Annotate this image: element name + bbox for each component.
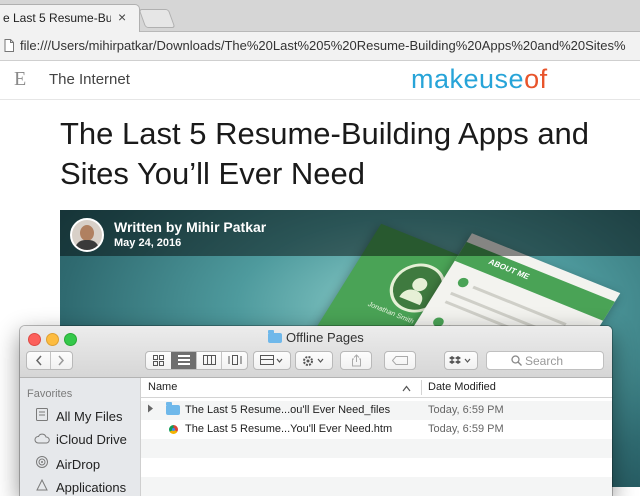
column-view-button[interactable]	[196, 352, 222, 369]
column-header-name[interactable]: Name	[148, 381, 177, 393]
chrome-document-icon	[169, 425, 178, 434]
sidebar-item-icloud-drive[interactable]: iCloud Drive	[34, 432, 127, 452]
avatar-body	[75, 240, 99, 250]
brand-logo-part2: of	[524, 64, 548, 94]
tab-title: e Last 5 Resume-Buildin	[3, 11, 111, 25]
author-avatar[interactable]	[70, 218, 104, 252]
avatar-face	[80, 225, 94, 241]
bullet-icon	[455, 276, 471, 289]
arrange-icon	[260, 355, 283, 365]
file-list: Name Date Modified The Last 5 Resume...o…	[141, 378, 612, 496]
site-header: E The Internet makeuseof	[0, 61, 640, 100]
author-name[interactable]: Written by Mihir Patkar	[114, 219, 266, 235]
file-row[interactable]: The Last 5 Resume...ou'll Ever Need_file…	[141, 401, 612, 420]
brand-logo[interactable]: makeuseof	[411, 64, 548, 95]
sidebar-item-label: iCloud Drive	[56, 432, 127, 447]
sort-ascending-icon	[402, 385, 411, 392]
empty-row	[141, 439, 612, 458]
column-divider[interactable]	[421, 380, 422, 395]
share-icon	[351, 354, 361, 367]
file-name[interactable]: The Last 5 Resume...ou'll Ever Need_file…	[185, 404, 390, 416]
publish-date: May 24, 2016	[114, 237, 182, 249]
list-view-button[interactable]	[171, 352, 196, 369]
file-date-modified: Today, 6:59 PM	[428, 404, 504, 416]
page-icon	[4, 39, 14, 52]
folder-icon	[268, 330, 282, 343]
site-logo-letter[interactable]: E	[14, 68, 26, 91]
search-placeholder: Search	[525, 354, 564, 368]
cloud-icon	[34, 432, 50, 447]
tags-button[interactable]	[384, 351, 416, 370]
sidebar-item-applications[interactable]: Applications	[34, 478, 127, 496]
all-files-icon	[34, 408, 50, 424]
airdrop-icon	[34, 456, 50, 472]
article-title-line1: The Last 5 Resume-Building Apps and	[60, 116, 590, 151]
file-row[interactable]: The Last 5 Resume...You'll Ever Need.htm…	[141, 420, 612, 439]
list-icon	[177, 355, 190, 365]
author-bar: Written by Mihir Patkar May 24, 2016	[60, 210, 640, 256]
arrange-button[interactable]	[253, 351, 291, 370]
back-button[interactable]	[27, 352, 51, 369]
view-mode-control	[145, 351, 248, 370]
article-title-line2: Sites You’ll Ever Need	[60, 156, 366, 191]
window-title-text: Offline Pages	[286, 330, 364, 345]
search-icon	[511, 355, 522, 366]
list-header: Name Date Modified	[141, 378, 612, 398]
cover-flow-button[interactable]	[221, 352, 248, 369]
tab-close-icon[interactable]: ×	[118, 9, 126, 25]
sidebar-item-label: AirDrop	[56, 457, 101, 472]
sidebar-item-airdrop[interactable]: AirDrop	[34, 456, 100, 476]
finder-window: Offline Pages Search Favorites All My Fi…	[20, 326, 612, 496]
column-header-date-modified[interactable]: Date Modified	[428, 381, 496, 393]
section-name[interactable]: The Internet	[49, 71, 130, 88]
action-button[interactable]	[295, 351, 333, 370]
address-bar[interactable]: file:///Users/mihirpatkar/Downloads/The%…	[0, 32, 640, 61]
article-title: The Last 5 Resume-Building Apps and Site…	[60, 114, 640, 194]
back-forward-control	[26, 351, 73, 370]
disclosure-triangle-icon[interactable]	[147, 404, 154, 415]
gear-icon	[303, 356, 324, 366]
cover-flow-icon	[228, 355, 242, 365]
browser-tab-strip: e Last 5 Resume-Buildin ×	[0, 0, 640, 32]
grid-icon	[153, 355, 164, 366]
forward-button[interactable]	[50, 352, 72, 369]
brand-logo-part1: makeuse	[411, 64, 525, 94]
finder-sidebar: Favorites All My Files iCloud Drive AirD…	[20, 378, 141, 496]
chevron-right-icon	[58, 355, 65, 366]
sidebar-item-label: Applications	[56, 480, 127, 495]
folder-icon	[166, 402, 180, 415]
new-tab-button[interactable]	[138, 9, 176, 28]
applications-icon	[34, 478, 50, 495]
url-text[interactable]: file:///Users/mihirpatkar/Downloads/The%…	[20, 38, 626, 53]
window-title: Offline Pages	[268, 330, 364, 345]
finder-titlebar[interactable]: Offline Pages Search	[20, 326, 612, 378]
sidebar-item-all-my-files[interactable]: All My Files	[34, 408, 122, 428]
chevron-left-icon	[35, 355, 42, 366]
dropbox-button[interactable]	[444, 351, 478, 370]
tag-icon	[391, 356, 408, 365]
minimize-window-button[interactable]	[46, 333, 59, 346]
sidebar-item-label: All My Files	[56, 409, 123, 424]
close-window-button[interactable]	[28, 333, 41, 346]
zoom-window-button[interactable]	[64, 333, 77, 346]
file-date-modified: Today, 6:59 PM	[428, 423, 504, 435]
browser-tab[interactable]: e Last 5 Resume-Buildin ×	[0, 4, 140, 32]
share-button[interactable]	[340, 351, 372, 370]
icon-view-button[interactable]	[146, 352, 171, 369]
columns-icon	[203, 355, 216, 365]
dropbox-icon	[449, 356, 471, 364]
sidebar-heading-favorites: Favorites	[27, 388, 73, 400]
file-name[interactable]: The Last 5 Resume...You'll Ever Need.htm	[185, 423, 392, 435]
search-field[interactable]: Search	[486, 351, 604, 370]
